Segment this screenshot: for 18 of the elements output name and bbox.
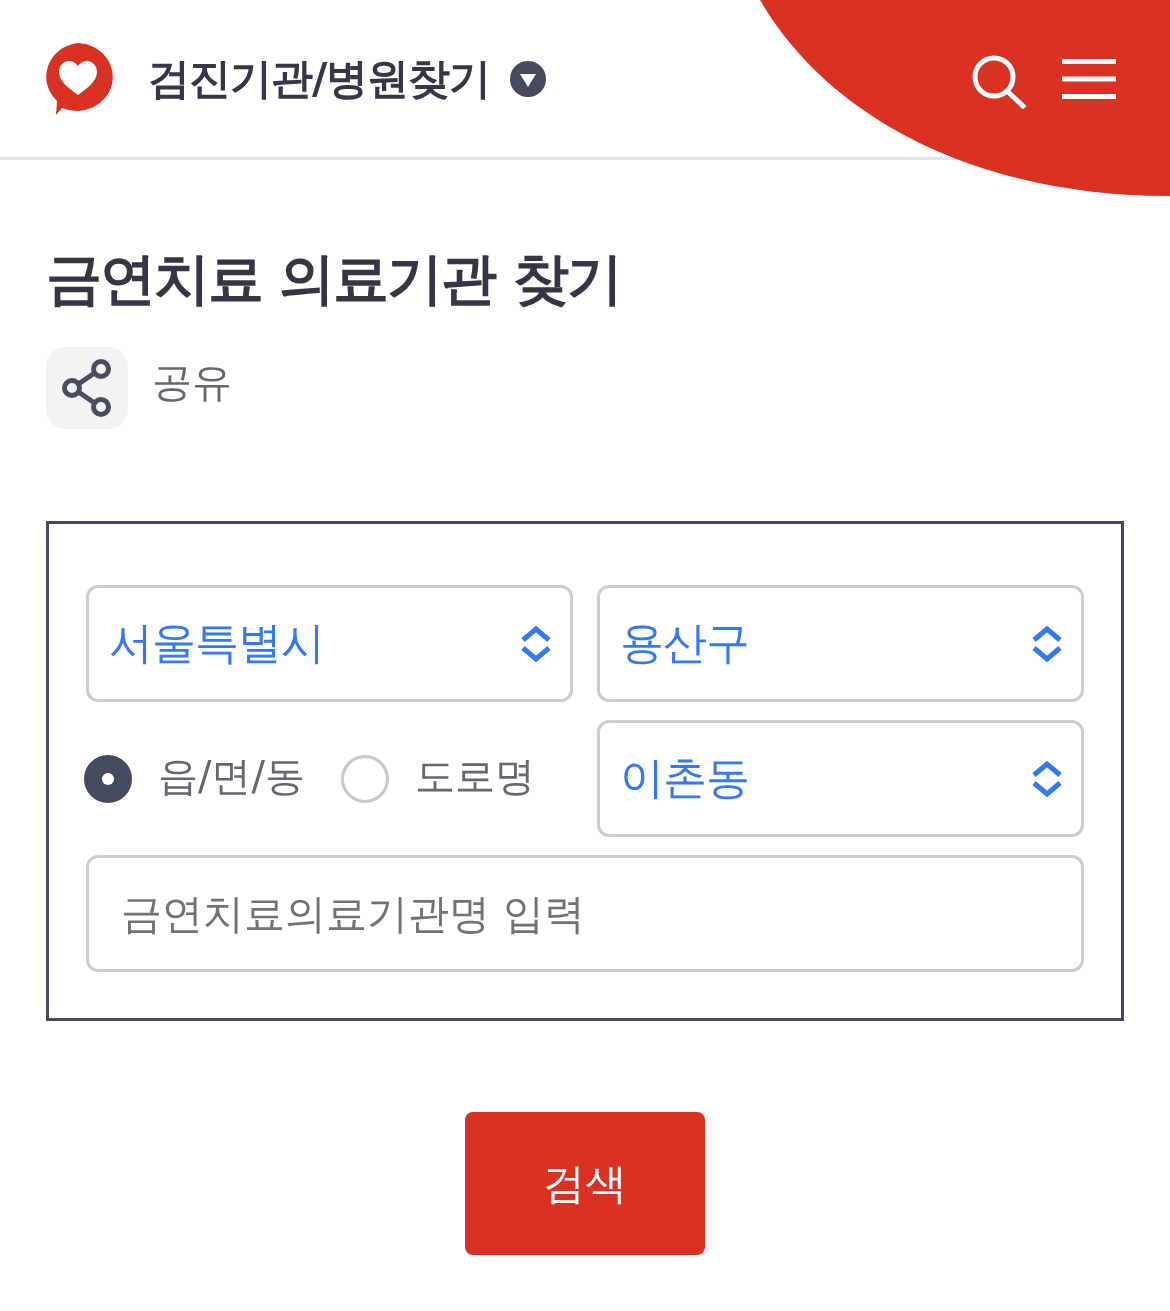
menu-icon[interactable] xyxy=(1062,58,1116,99)
district-select[interactable]: 용산구 xyxy=(597,585,1084,702)
radio-label[interactable]: 도로명 xyxy=(414,749,535,804)
share-button[interactable] xyxy=(46,347,128,429)
page-title: 금연치료 의료기관 찾기 xyxy=(46,245,622,313)
caret-down-icon xyxy=(510,60,547,97)
chevron-up-down-icon xyxy=(520,625,552,662)
search-button[interactable]: 검색 xyxy=(465,1112,705,1255)
category-dropdown[interactable]: 검진기관/병원찾기 xyxy=(148,50,547,107)
province-select[interactable]: 서울특별시 xyxy=(86,585,573,702)
radio-label[interactable]: 읍/면/동 xyxy=(158,749,305,804)
chevron-up-down-icon xyxy=(1031,760,1063,797)
share-icon xyxy=(61,359,113,417)
neighborhood-select[interactable]: 이촌동 xyxy=(597,720,1084,837)
chevron-up-down-icon xyxy=(1031,625,1063,662)
radio-button[interactable] xyxy=(84,754,132,803)
name-input-field[interactable]: 금연치료의료기관명 입력 xyxy=(86,855,1084,972)
share-label[interactable]: 공유 xyxy=(152,354,232,410)
